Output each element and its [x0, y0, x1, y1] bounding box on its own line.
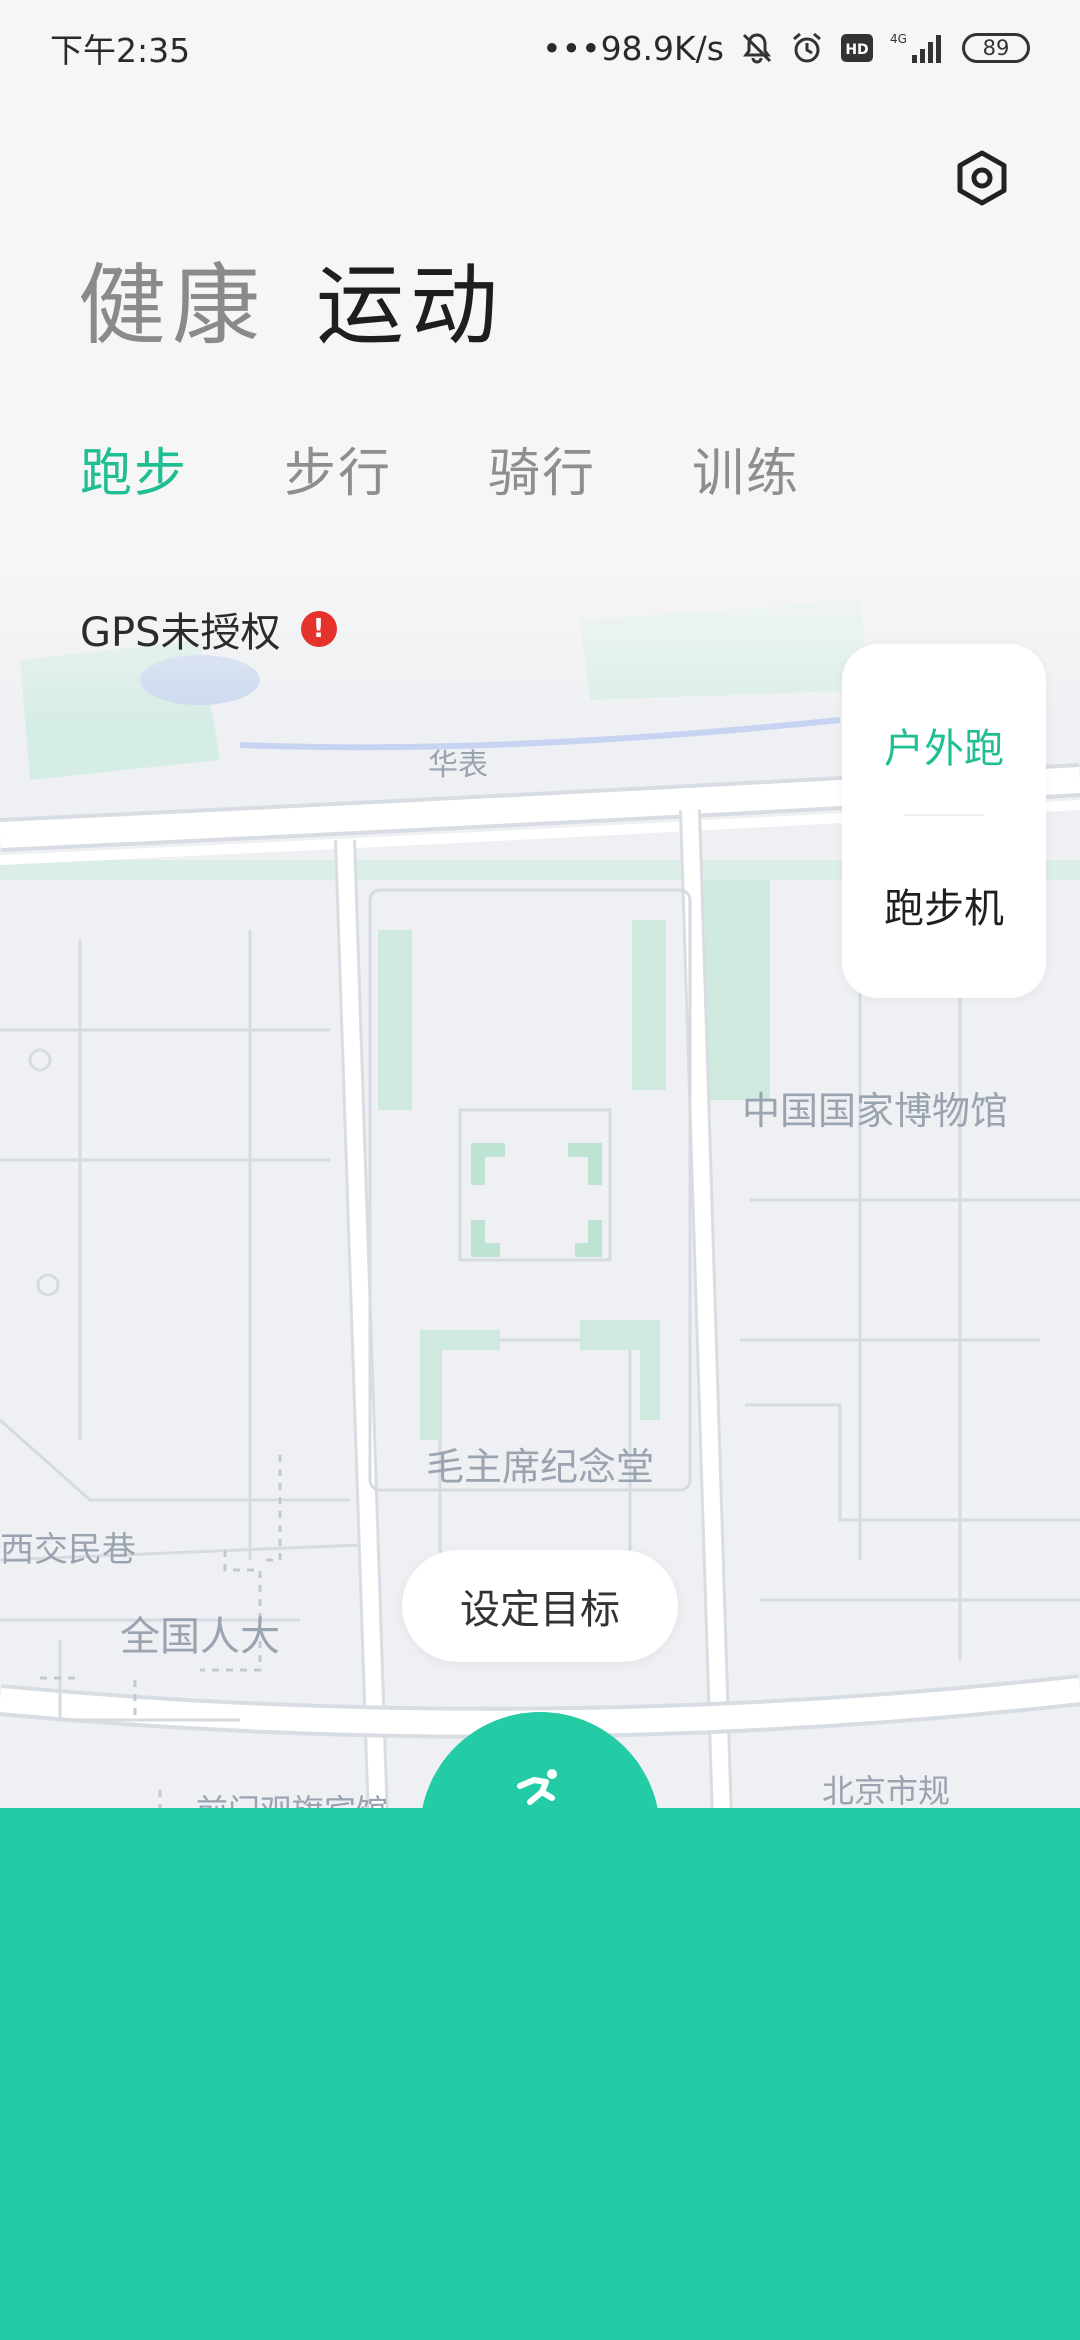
- map-label-xijiaominxiang: 西交民巷: [0, 1530, 136, 1570]
- outdoor-run-option[interactable]: 户外跑: [842, 716, 1046, 774]
- map-label-npc: 全国人大: [120, 1614, 280, 1660]
- run-mode-selector: 户外跑 跑步机: [842, 644, 1046, 998]
- gps-status[interactable]: GPS未授权 !: [80, 600, 337, 658]
- treadmill-option[interactable]: 跑步机: [842, 876, 1046, 934]
- sport-tabs: 跑步 步行 骑行 训练: [80, 448, 800, 500]
- hd-badge-icon: HD: [841, 34, 873, 62]
- start-run-button[interactable]: [420, 1712, 660, 1952]
- alarm-clock-icon: [793, 32, 821, 63]
- map-label-national-museum: 中国国家博物馆: [742, 1089, 1009, 1133]
- battery-indicator: 89: [962, 33, 1030, 63]
- settings-hexagon-icon: [957, 150, 1007, 206]
- tab-training[interactable]: 训练: [692, 448, 800, 500]
- set-goal-button[interactable]: 设定目标: [402, 1550, 678, 1662]
- map-label-beijing-planning: 北京市规: [822, 1772, 951, 1810]
- status-icons: •••98.9K/s HD 4G 89: [542, 29, 1030, 68]
- network-speed: •••98.9K/s: [542, 28, 724, 68]
- tab-sport[interactable]: 运动: [316, 262, 504, 350]
- tab-running[interactable]: 跑步: [80, 448, 188, 500]
- tab-walking[interactable]: 步行: [284, 448, 392, 500]
- status-bar: 下午2:35 •••98.9K/s HD 4G 89: [0, 0, 1080, 96]
- warning-icon: !: [300, 611, 337, 647]
- battery-level: 89: [982, 36, 1010, 60]
- section-tabs: 健康 运动: [78, 262, 504, 350]
- tab-health[interactable]: 健康: [78, 262, 266, 350]
- signal-type-text: 4G: [890, 32, 907, 46]
- tab-cycling[interactable]: 骑行: [488, 448, 596, 500]
- gps-status-text: GPS未授权: [80, 610, 281, 656]
- mute-bell-icon: [742, 33, 772, 64]
- hd-badge-text: HD: [845, 42, 868, 58]
- run-mode-divider: [904, 814, 984, 816]
- running-person-icon: [517, 1769, 557, 1805]
- map-label-huabiao: 华表: [428, 748, 488, 783]
- settings-button[interactable]: [952, 148, 1012, 208]
- signal-strength-icon: 4G: [890, 32, 941, 63]
- map-label-mausoleum: 毛主席纪念堂: [426, 1445, 655, 1489]
- status-time: 下午2:35: [50, 31, 191, 70]
